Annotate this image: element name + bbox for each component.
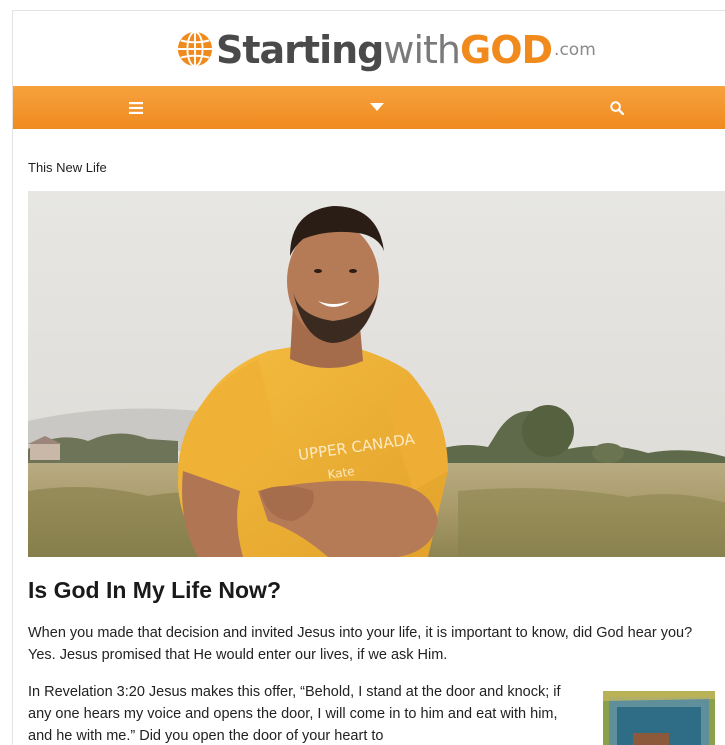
- site-logo[interactable]: Starting with GOD .com: [176, 25, 596, 75]
- breadcrumb: This New Life: [28, 160, 107, 175]
- article-paragraph-1: When you made that decision and invited …: [28, 625, 693, 663]
- hero-photo: UPPER CANADA Kate: [28, 191, 725, 557]
- logo-god: GOD: [460, 28, 553, 72]
- logo-com: .com: [554, 40, 596, 60]
- article-paragraph-2: In Revelation 3:20 Jesus makes this offe…: [28, 684, 561, 744]
- logo-with: with: [383, 28, 461, 72]
- search-icon: [610, 100, 624, 115]
- page-frame: Starting with GOD .com This New Life UPP…: [12, 10, 725, 745]
- main-navbar: [13, 86, 725, 129]
- caret-down-icon: [370, 103, 384, 111]
- hamburger-menu-icon: [129, 101, 143, 114]
- site-header: Starting with GOD .com: [13, 11, 725, 86]
- menu-button[interactable]: [116, 86, 156, 129]
- hero-image: UPPER CANADA Kate: [28, 191, 725, 557]
- globe-icon: [177, 30, 213, 68]
- search-button[interactable]: [597, 86, 637, 129]
- breadcrumb-current: This New Life: [28, 160, 107, 175]
- dropdown-button[interactable]: [357, 86, 397, 129]
- article-title: Is God In My Life Now?: [28, 577, 281, 603]
- logo-starting: Starting: [216, 28, 384, 72]
- painting-thumbnail: [603, 691, 715, 745]
- side-painting-image: [603, 691, 715, 745]
